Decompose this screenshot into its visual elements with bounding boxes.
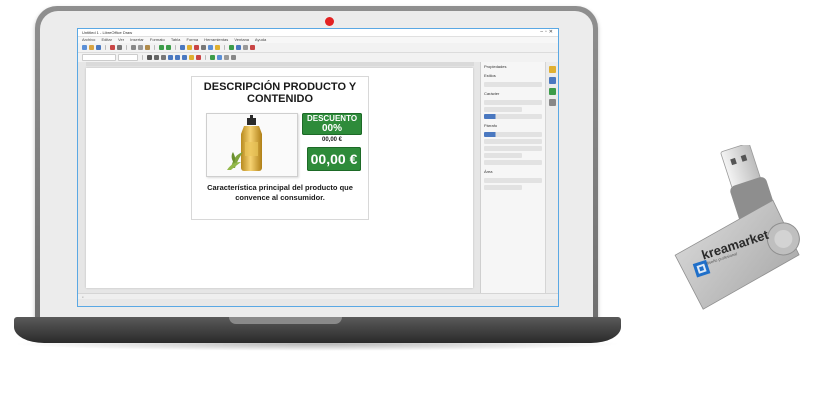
hyperlink-icon[interactable] [208, 45, 213, 50]
underline-icon[interactable] [161, 55, 166, 60]
paste-icon[interactable] [145, 45, 150, 50]
toolbar-separator [126, 45, 127, 50]
font-size-dropdown[interactable] [484, 107, 523, 112]
open-folder-icon[interactable] [89, 45, 94, 50]
laptop-base [14, 317, 621, 343]
comment-icon[interactable] [215, 45, 220, 50]
shadow-icon[interactable] [224, 55, 229, 60]
product-description: Característica principal del producto qu… [207, 183, 353, 202]
highlight-icon[interactable] [189, 55, 194, 60]
horizontal-ruler [86, 62, 474, 66]
properties-tab-icon[interactable] [549, 66, 556, 73]
toolbar-separator [205, 55, 206, 60]
usb-drive-illustration [674, 142, 800, 310]
menu-item-herramientas[interactable]: Herramientas [204, 37, 228, 42]
label-title: DESCRIPCIÓN PRODUCTO Y CONTENIDO [203, 81, 357, 105]
sidebar-section-area[interactable]: Área [481, 167, 545, 176]
discount-badge: DESCUENTO 00% [302, 113, 362, 135]
toolbar-separator [224, 45, 225, 50]
sidebar-title: Propiedades [484, 64, 507, 69]
print-icon[interactable] [117, 45, 122, 50]
line-style-icon[interactable] [210, 55, 215, 60]
menu-item-forma[interactable]: Forma [187, 37, 199, 42]
product-bottle-image [227, 115, 262, 171]
menu-item-formato[interactable]: Formato [150, 37, 165, 42]
tab-stops-row[interactable] [484, 160, 542, 165]
old-price: 00,00 € [321, 137, 343, 143]
align-right-icon[interactable] [182, 55, 187, 60]
style-select[interactable] [82, 54, 116, 61]
line-spacing-row[interactable] [484, 153, 523, 158]
paragraph-align-row[interactable] [484, 132, 542, 137]
arrange-icon[interactable] [236, 45, 241, 50]
menu-item-ventana[interactable]: Ventana [234, 37, 249, 42]
insert-textbox-icon[interactable] [201, 45, 206, 50]
window-titlebar: Untitled 1 - LibreOffice Draw –▫✕ [78, 29, 558, 37]
area-fill-row[interactable] [484, 178, 542, 183]
gallery-tab-icon[interactable] [549, 88, 556, 95]
insert-table-icon[interactable] [180, 45, 185, 50]
spacing-row[interactable] [484, 139, 542, 144]
bold-icon[interactable] [147, 55, 152, 60]
lid-opening-notch [229, 317, 342, 324]
font-size-select[interactable] [118, 54, 138, 61]
undo-icon[interactable] [159, 45, 164, 50]
indent-row[interactable] [484, 146, 542, 151]
new-document-icon[interactable] [82, 45, 87, 50]
redo-icon[interactable] [166, 45, 171, 50]
font-effects-row[interactable] [484, 114, 542, 119]
toolbar-separator [154, 45, 155, 50]
status-bar [78, 299, 558, 306]
webcam-indicator [325, 17, 334, 26]
menu-item-archivo[interactable]: Archivo [82, 37, 95, 42]
price-badge: 00,00 € [307, 147, 361, 171]
product-image-frame[interactable] [206, 113, 298, 177]
cut-icon[interactable] [131, 45, 136, 50]
product-label-card[interactable]: DESCRIPCIÓN PRODUCTO Y CONTENIDO DESCUEN… [191, 76, 369, 220]
font-name-dropdown[interactable] [484, 100, 542, 105]
insert-chart-icon[interactable] [194, 45, 199, 50]
font-color-icon[interactable] [196, 55, 201, 60]
screen: Untitled 1 - LibreOffice Draw –▫✕ Archiv… [77, 28, 559, 307]
style-dropdown[interactable] [484, 82, 542, 87]
sidebar-tab-bar [545, 62, 558, 293]
export-pdf-icon[interactable] [110, 45, 115, 50]
shapes-icon[interactable] [229, 45, 234, 50]
area-fill-icon[interactable] [217, 55, 222, 60]
standard-toolbar [78, 43, 558, 53]
document-page[interactable]: DESCRIPCIÓN PRODUCTO Y CONTENIDO DESCUEN… [86, 68, 473, 288]
align-left-icon[interactable] [168, 55, 173, 60]
color-icon[interactable] [250, 45, 255, 50]
window-controls[interactable]: –▫✕ [540, 29, 555, 36]
laptop-lid: Untitled 1 - LibreOffice Draw –▫✕ Archiv… [35, 6, 598, 321]
align-center-icon[interactable] [175, 55, 180, 60]
toolbar-separator [105, 45, 106, 50]
discount-label: DESCUENTO [306, 114, 358, 123]
menu-item-tabla[interactable]: Tabla [171, 37, 181, 42]
crop-icon[interactable] [231, 55, 236, 60]
sidebar-section-parrafo[interactable]: Párrafo [481, 121, 545, 130]
discount-percent: 00% [321, 123, 342, 134]
menu-item-editar[interactable]: Editar [101, 37, 111, 42]
usb-flash-drive: kreamarket diseño profesional [650, 142, 815, 315]
transparency-row[interactable] [484, 185, 523, 190]
menu-item-insertar[interactable]: Insertar [130, 37, 144, 42]
toolbar-separator [142, 55, 143, 60]
insert-image-icon[interactable] [187, 45, 192, 50]
properties-sidebar: Propiedades Estilos Carácter Párrafo Áre… [481, 62, 545, 293]
align-icon[interactable] [243, 45, 248, 50]
document-area: DESCRIPCIÓN PRODUCTO Y CONTENIDO DESCUEN… [78, 62, 481, 293]
save-icon[interactable] [96, 45, 101, 50]
menu-item-ayuda[interactable]: Ayuda [255, 37, 266, 42]
italic-icon[interactable] [154, 55, 159, 60]
window-title: Untitled 1 - LibreOffice Draw [82, 30, 133, 35]
navigator-tab-icon[interactable] [549, 99, 556, 106]
sidebar-section-caracter[interactable]: Carácter [481, 89, 545, 98]
styles-tab-icon[interactable] [549, 77, 556, 84]
sidebar-section-estilos[interactable]: Estilos [481, 71, 545, 80]
menu-item-ver[interactable]: Ver [118, 37, 124, 42]
copy-icon[interactable] [138, 45, 143, 50]
toolbar-separator [175, 45, 176, 50]
